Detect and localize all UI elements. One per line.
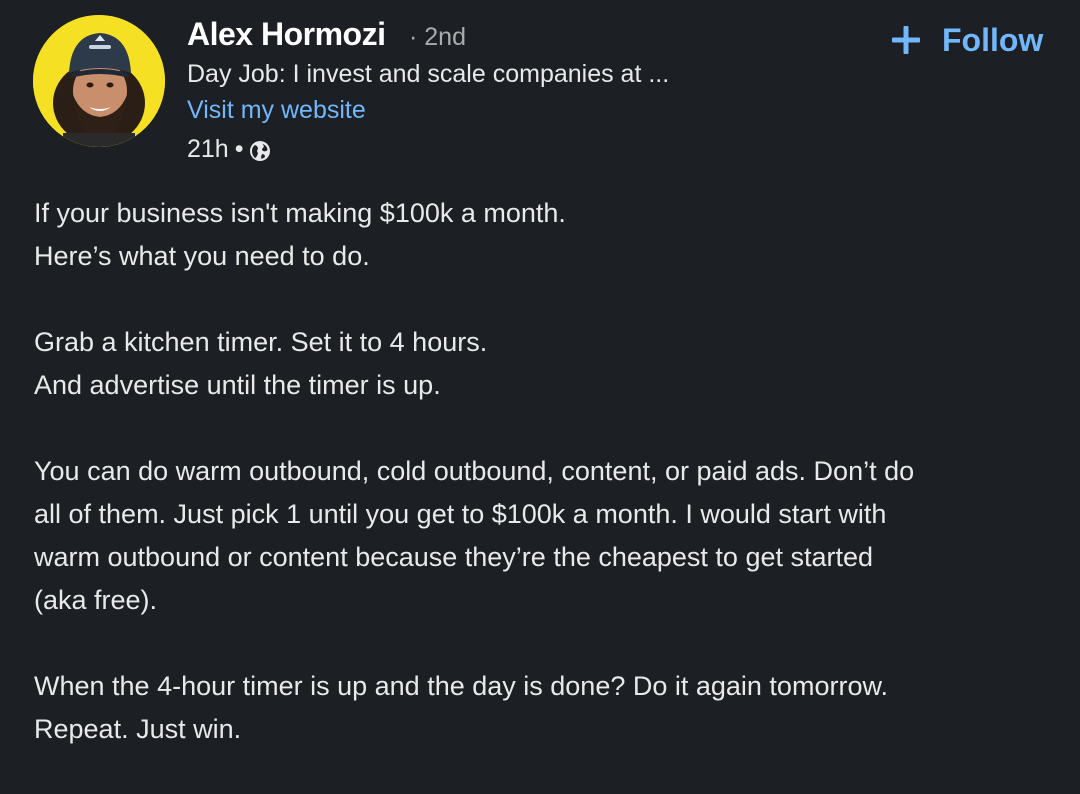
post-time: 21h [187, 135, 229, 163]
author-avatar[interactable] [33, 15, 165, 147]
globe-icon [249, 140, 271, 162]
post-paragraph: If your business isn't making $100k a mo… [34, 192, 1054, 278]
post-line: (aka free). [34, 585, 158, 615]
post-meta: 21h • [187, 135, 271, 164]
meta-separator: • [234, 135, 244, 163]
visit-website-link[interactable]: Visit my website [187, 96, 366, 125]
post-line: If your business isn't making $100k a mo… [34, 198, 566, 228]
author-name[interactable]: Alex Hormozi [187, 16, 386, 53]
connection-degree: · 2nd [409, 23, 466, 51]
post-paragraph: When the 4-hour timer is up and the day … [34, 665, 1054, 751]
post-paragraph: Grab a kitchen timer. Set it to 4 hours.… [34, 321, 1054, 407]
post-paragraph: You can do warm outbound, cold outbound,… [34, 450, 1054, 622]
profile-photo-icon [33, 15, 165, 147]
post-line: Here’s what you need to do. [34, 241, 370, 271]
post-line: When the 4-hour timer is up and the day … [34, 671, 888, 701]
post-line: all of them. Just pick 1 until you get t… [34, 499, 887, 529]
post-line: Grab a kitchen timer. Set it to 4 hours. [34, 327, 488, 357]
post-line: You can do warm outbound, cold outbound,… [34, 456, 915, 486]
post-line: And advertise until the timer is up. [34, 370, 441, 400]
feed-post: Alex Hormozi · 2nd Day Job: I invest and… [0, 0, 1080, 771]
post-text: If your business isn't making $100k a mo… [34, 192, 1054, 794]
plus-icon [890, 24, 922, 56]
follow-label: Follow [942, 21, 1044, 58]
post-line: warm outbound or content because they’re… [34, 542, 874, 572]
post-line: Repeat. Just win. [34, 714, 242, 744]
follow-button[interactable]: Follow [890, 18, 1043, 62]
author-headline[interactable]: Day Job: I invest and scale companies at… [187, 60, 669, 89]
